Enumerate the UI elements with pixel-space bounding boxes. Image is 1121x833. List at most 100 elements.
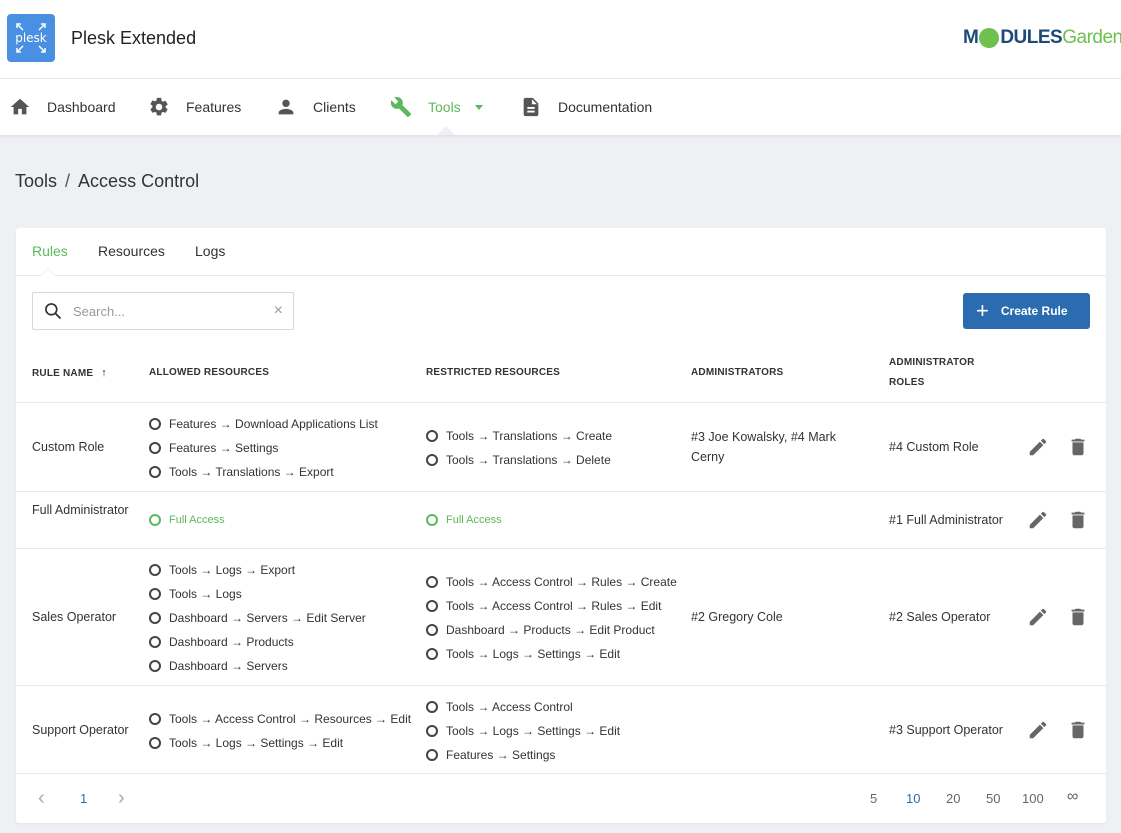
resource-label: Full Access	[169, 514, 225, 526]
resource-label: Tools → Access Control	[446, 700, 573, 714]
trash-icon[interactable]	[1067, 436, 1089, 458]
circle-icon	[426, 576, 438, 588]
app-title: Plesk Extended	[71, 28, 197, 48]
nav-features[interactable]: Features	[148, 79, 241, 135]
circle-icon	[149, 612, 161, 624]
brand-modules: DULES	[1000, 27, 1063, 48]
edit-icon[interactable]	[1027, 606, 1049, 628]
pagination: ‹ 1 › 5 10 20 50 100 ∞	[16, 773, 1106, 823]
trash-icon[interactable]	[1067, 509, 1089, 531]
edit-icon[interactable]	[1027, 719, 1049, 741]
list-item: Tools → Access Control → Resources → Edi…	[149, 707, 411, 731]
resource-label: Tools → Access Control → Rules → Create	[446, 575, 677, 589]
tab-rules[interactable]: Rules	[32, 243, 68, 259]
create-rule-button[interactable]: + Create Rule	[963, 293, 1090, 329]
chevron-left-icon[interactable]: ‹	[38, 787, 45, 810]
modulesgarden-logo[interactable]: M DULES Garden	[963, 27, 1121, 49]
circle-icon	[426, 725, 438, 737]
search-box[interactable]: ×	[32, 292, 294, 330]
nav-dashboard[interactable]: Dashboard	[9, 79, 116, 135]
administrator-roles: #4 Custom Role	[889, 440, 979, 454]
header-rule-name[interactable]: Rule Name ↑	[32, 363, 107, 384]
nav-documentation[interactable]: Documentation	[520, 79, 652, 135]
resource-label: Tools → Logs → Settings → Edit	[169, 736, 344, 750]
plus-icon: +	[976, 298, 989, 323]
plesk-logo[interactable]: plesk	[7, 14, 55, 62]
circle-icon	[426, 648, 438, 660]
page-size-20[interactable]: 20	[946, 791, 960, 806]
table-row: Custom Role Features → Download Applicat…	[16, 402, 1106, 492]
page-number[interactable]: 1	[80, 791, 87, 806]
list-item: Dashboard → Servers → Edit Server	[149, 606, 366, 630]
administrator-roles: #3 Support Operator	[889, 723, 1003, 737]
circle-icon	[426, 749, 438, 761]
tab-resources[interactable]: Resources	[98, 243, 165, 259]
resource-label: Dashboard → Products → Edit Product	[446, 623, 655, 637]
main-nav: Dashboard Features Clients Tools Documen…	[0, 79, 1121, 135]
list-item: Features → Settings	[426, 743, 620, 767]
list-item: Tools → Access Control → Rules → Edit	[426, 594, 677, 618]
list-item: Tools → Translations → Create	[426, 424, 612, 448]
search-icon	[43, 301, 63, 321]
rule-name: Custom Role	[32, 440, 105, 454]
search-input[interactable]	[73, 303, 253, 319]
rule-name: Support Operator	[32, 723, 129, 737]
wrench-icon	[390, 96, 412, 118]
nav-tools-label: Tools	[428, 99, 461, 115]
trash-icon[interactable]	[1067, 719, 1089, 741]
circle-icon	[426, 430, 438, 442]
resource-label: Dashboard → Products	[169, 635, 294, 649]
clear-search-icon[interactable]: ×	[274, 302, 283, 320]
resource-label: Tools → Logs → Settings → Edit	[446, 647, 621, 661]
list-item: Tools → Logs → Export	[149, 558, 366, 582]
home-icon	[9, 96, 31, 118]
breadcrumb-parent[interactable]: Tools	[15, 171, 57, 191]
list-item: Tools → Translations → Delete	[426, 448, 612, 472]
allowed-list: Tools → Logs → Export Tools → Logs Dashb…	[149, 558, 366, 678]
gear-icon	[148, 96, 170, 118]
page-size-10[interactable]: 10	[906, 791, 920, 806]
circle-icon	[149, 564, 161, 576]
chevron-right-icon[interactable]: ›	[118, 787, 125, 810]
resource-label: Dashboard → Servers → Edit Server	[169, 611, 366, 625]
page-size-100[interactable]: 100	[1022, 791, 1044, 806]
circle-icon	[426, 600, 438, 612]
circle-icon	[149, 588, 161, 600]
resource-label: Tools → Logs → Export	[169, 563, 296, 577]
list-item: Tools → Logs	[149, 582, 366, 606]
allowed-list: Features → Download Applications List Fe…	[149, 412, 378, 484]
resource-label: Dashboard → Servers	[169, 659, 288, 673]
circle-icon	[149, 514, 161, 526]
resource-label: Tools → Translations → Export	[169, 465, 334, 479]
header-restricted-resources: Restricted Resources	[426, 367, 561, 378]
trash-icon[interactable]	[1067, 606, 1089, 628]
circle-icon	[426, 701, 438, 713]
nav-clients[interactable]: Clients	[275, 79, 356, 135]
list-item: Tools → Logs → Settings → Edit	[149, 731, 411, 755]
header-allowed-resources: Allowed Resources	[149, 367, 270, 378]
header-administrator-roles: Administrator Roles	[889, 353, 975, 393]
restricted-list: Full Access	[426, 508, 502, 532]
header-roles-line1: Administrator	[889, 357, 975, 368]
allowed-list: Tools → Access Control → Resources → Edi…	[149, 707, 411, 755]
document-icon	[520, 96, 542, 118]
tab-active-pointer	[40, 268, 56, 276]
tab-logs[interactable]: Logs	[195, 243, 225, 259]
expand-arrows-icon	[16, 23, 46, 53]
list-item: Features → Download Applications List	[149, 412, 378, 436]
page-size-50[interactable]: 50	[986, 791, 1000, 806]
nav-features-label: Features	[186, 99, 242, 115]
rule-name: Sales Operator	[32, 610, 117, 624]
app-header: plesk Plesk Extended M DULES Garden	[0, 0, 1121, 79]
resource-label: Tools → Translations → Create	[446, 429, 613, 443]
page-size-all[interactable]: ∞	[1067, 788, 1078, 806]
resource-label: Tools → Access Control → Rules → Edit	[446, 599, 662, 613]
brand-letter: M	[963, 27, 979, 48]
page-size-5[interactable]: 5	[870, 791, 877, 806]
edit-icon[interactable]	[1027, 436, 1049, 458]
brand-garden: Garden	[1062, 27, 1121, 48]
breadcrumb: Tools / Access Control	[15, 171, 199, 192]
circle-icon	[426, 514, 438, 526]
resource-label: Features → Settings	[169, 441, 279, 455]
edit-icon[interactable]	[1027, 509, 1049, 531]
